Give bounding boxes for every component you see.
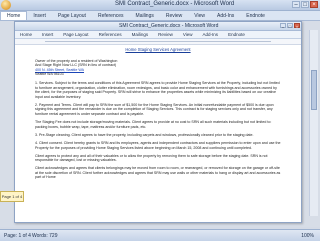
paragraph-pre-stage-cleaning: 3. Pre-Stage cleaning. Client agrees to … <box>35 132 254 137</box>
inner-tab-home[interactable]: Home <box>15 32 37 37</box>
inner-window-controls: – □ × <box>280 23 300 29</box>
close-icon[interactable]: × <box>310 1 318 8</box>
tab-review[interactable]: Review <box>160 13 188 19</box>
office-button[interactable] <box>1 0 11 10</box>
paragraph-payment: 2. Payment and Terms. Client will pay to… <box>35 102 274 117</box>
paragraph-client-consent: 4. Client consent. Client hereby grants … <box>35 140 281 150</box>
tab-endnote[interactable]: Endnote <box>240 13 271 19</box>
inner-tab-insert[interactable]: Insert <box>37 32 58 37</box>
tab-add-ins[interactable]: Add-Ins <box>211 13 240 19</box>
ribbon-tabs: Home Insert Page Layout References Maili… <box>0 11 320 21</box>
paragraph-staging-fee: The Staging Fee does not include storage… <box>35 120 272 129</box>
inner-maximize-icon[interactable]: □ <box>287 23 293 29</box>
window-controls: – □ × <box>292 1 318 8</box>
address-block: Owner of the property and a resident of … <box>35 59 281 77</box>
address-line: Seattle WA 98103 <box>35 72 64 77</box>
inner-tab-page-layout[interactable]: Page Layout <box>58 32 93 37</box>
inner-minimize-icon[interactable]: – <box>280 23 286 29</box>
inner-close-icon[interactable]: × <box>294 23 300 29</box>
inner-tab-mailings[interactable]: Mailings <box>127 32 154 37</box>
inner-document-window: SMI Contract_Generic.docx - Microsoft Wo… <box>14 21 302 223</box>
inner-title-bar: SMI Contract_Generic.docx - Microsoft Wo… <box>15 22 301 31</box>
vertical-scrollbar[interactable] <box>309 30 318 216</box>
inner-tab-endnote[interactable]: Endnote <box>223 32 250 37</box>
inner-window-title: SMI Contract_Generic.docx - Microsoft Wo… <box>119 23 219 29</box>
document-heading: Home Staging Services Agreement <box>125 47 191 52</box>
status-zoom-level[interactable]: 100% <box>301 233 314 239</box>
inner-tab-view[interactable]: View <box>178 32 198 37</box>
minimize-icon[interactable]: – <box>292 1 300 8</box>
tab-view[interactable]: View <box>188 13 211 19</box>
tab-page-layout[interactable]: Page Layout <box>52 13 92 19</box>
tab-home[interactable]: Home <box>0 11 28 20</box>
inner-tab-references[interactable]: References <box>94 32 127 37</box>
tab-mailings[interactable]: Mailings <box>130 13 160 19</box>
inner-tab-review[interactable]: Review <box>153 32 178 37</box>
title-bar: SMI Contract_Generic.docx - Microsoft Wo… <box>0 0 320 11</box>
window-title: SMI Contract_Generic.docx - Microsoft Wo… <box>115 1 235 7</box>
tab-references[interactable]: References <box>92 13 130 19</box>
inner-tab-add-ins[interactable]: Add-Ins <box>198 32 224 37</box>
status-page-count[interactable]: Page: 1 of 4 <box>4 233 31 239</box>
status-word-count[interactable]: Words: 729 <box>32 233 57 239</box>
page-indicator-badge: Page 1 of 4 <box>0 191 24 202</box>
maximize-icon[interactable]: □ <box>301 1 309 8</box>
paragraph-valuables: Client agrees to protect any and all of … <box>35 153 268 163</box>
paragraph-belongings: Client acknowledges and agrees that clie… <box>35 166 281 180</box>
document-area: SMI Contract_Generic.docx - Microsoft Wo… <box>0 21 320 227</box>
tab-insert[interactable]: Insert <box>27 13 52 19</box>
status-bar: Page: 1 of 4 Words: 729 100% <box>0 229 320 241</box>
paragraph-services: 1. Services. Subject to the terms and co… <box>35 80 280 99</box>
document-page[interactable]: Home Staging Services Agreement Owner of… <box>35 44 281 216</box>
scrollbar-thumb[interactable] <box>311 70 317 110</box>
inner-ribbon-tabs: Home Insert Page Layout References Maili… <box>15 31 301 39</box>
